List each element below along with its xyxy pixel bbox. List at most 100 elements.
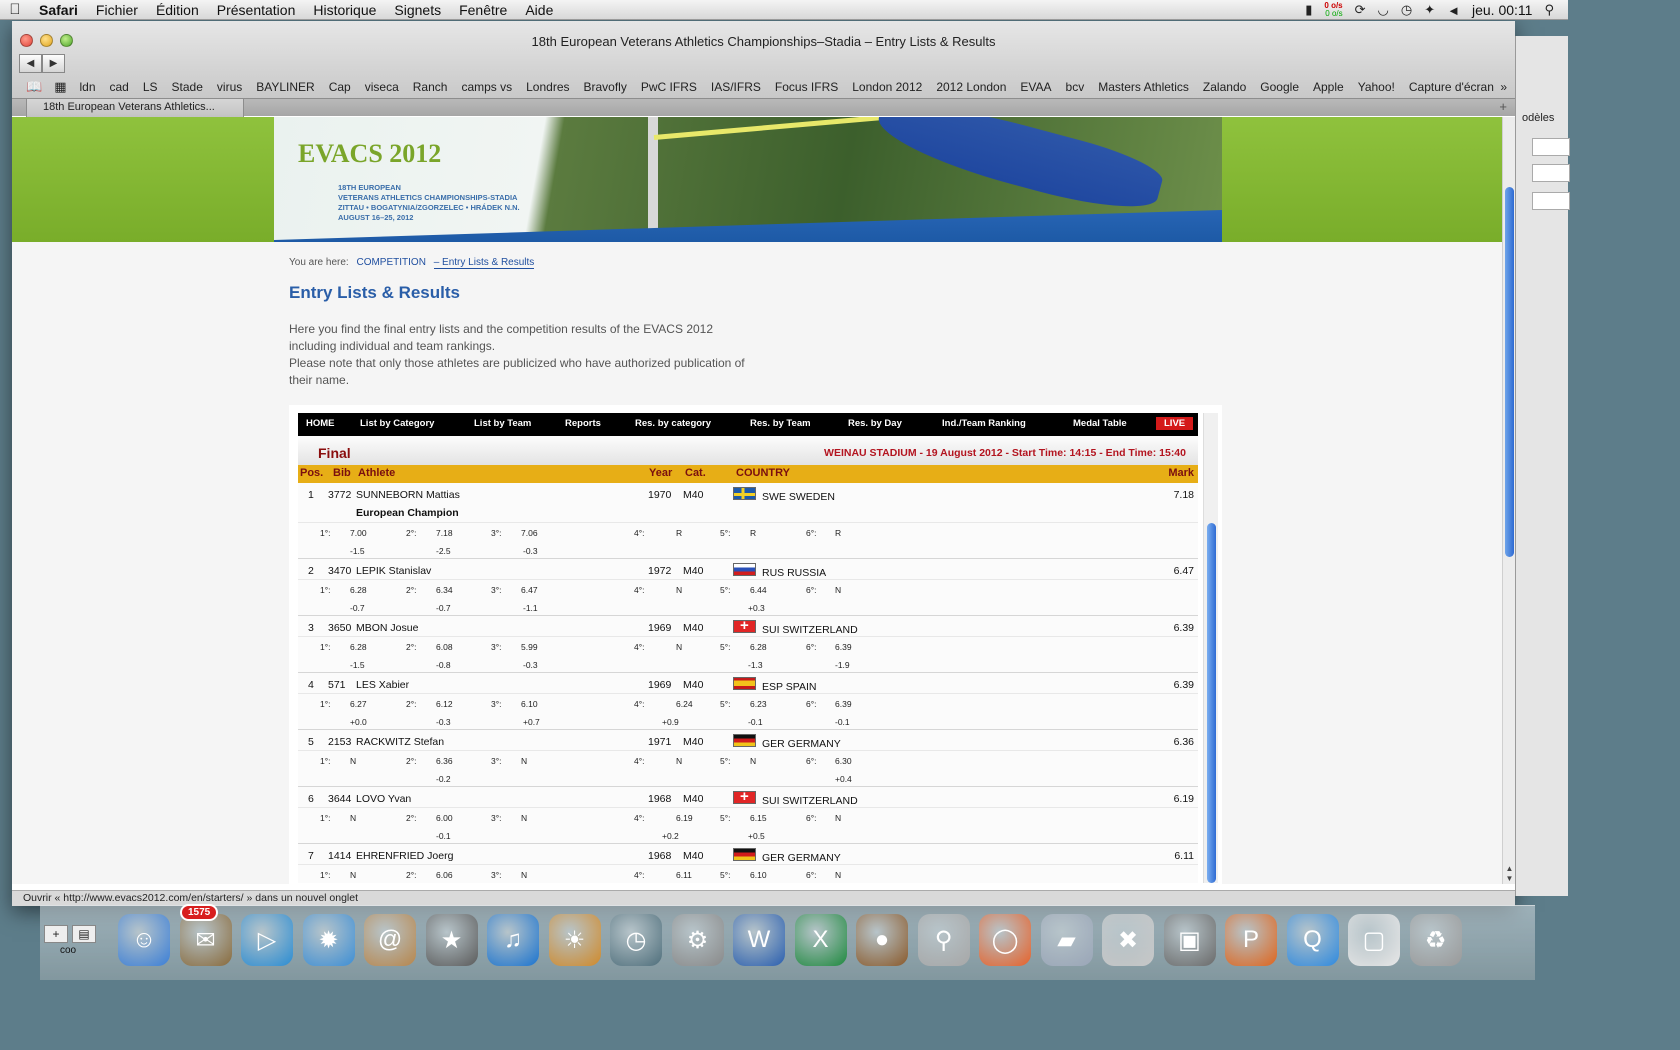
- bookmark[interactable]: BAYLINER: [249, 80, 321, 94]
- menu-fenetre[interactable]: Fenêtre: [450, 2, 516, 18]
- page-scrollbar[interactable]: ▲ ▼: [1502, 117, 1515, 884]
- bookmark[interactable]: 2012 London: [929, 80, 1013, 94]
- apple-menu-icon[interactable]: : [0, 1, 30, 18]
- athlete-name[interactable]: MBON Josue: [356, 622, 418, 634]
- menu-aide[interactable]: Aide: [516, 2, 562, 18]
- excel-icon[interactable]: X: [794, 914, 847, 966]
- cell-country[interactable]: ESP SPAIN: [762, 681, 816, 693]
- bookmark[interactable]: virus: [210, 80, 249, 94]
- bookmark[interactable]: Masters Athletics: [1091, 80, 1196, 94]
- menu-signets[interactable]: Signets: [385, 2, 450, 18]
- bookmark[interactable]: bcv: [1059, 80, 1092, 94]
- back-button[interactable]: ◀: [19, 54, 42, 73]
- nav-list-by-team[interactable]: List by Team: [474, 418, 531, 429]
- nav-live[interactable]: LIVE: [1156, 416, 1194, 430]
- bookmark[interactable]: Zalando: [1196, 80, 1253, 94]
- time-machine-menu-icon[interactable]: ◷: [1401, 2, 1412, 18]
- bluetooth-icon[interactable]: ✦: [1424, 2, 1435, 18]
- trash-icon[interactable]: ♻: [1409, 914, 1462, 966]
- results-scroll-thumb[interactable]: [1207, 523, 1216, 883]
- nav-medal-table[interactable]: Medal Table: [1073, 418, 1127, 429]
- photo-icon[interactable]: ▣: [1163, 914, 1216, 966]
- spotlight-icon[interactable]: ⚲: [1544, 2, 1554, 18]
- new-tab-icon[interactable]: +: [1499, 99, 1507, 114]
- bottle-icon[interactable]: ▰: [1040, 914, 1093, 966]
- athlete-name[interactable]: EHRENFRIED Joerg: [356, 850, 453, 862]
- nav-home[interactable]: HOME: [306, 418, 335, 429]
- athlete-name[interactable]: RACKWITZ Stefan: [356, 736, 444, 748]
- bookmark[interactable]: PwC IFRS: [634, 80, 704, 94]
- tab-evacs[interactable]: 18th European Veterans Athletics...: [26, 99, 244, 117]
- bookmark[interactable]: London 2012: [845, 80, 929, 94]
- clock[interactable]: jeu. 00:11: [1472, 2, 1532, 18]
- quicktime-icon[interactable]: Q: [1286, 914, 1339, 966]
- cell-country[interactable]: RUS RUSSIA: [762, 567, 826, 579]
- evacs-logo[interactable]: EVACS 2012: [298, 139, 441, 169]
- menu-edition[interactable]: Édition: [147, 2, 208, 18]
- nav-res-by-team[interactable]: Res. by Team: [750, 418, 811, 429]
- nav-list-by-category[interactable]: List by Category: [360, 418, 434, 429]
- nav-reports[interactable]: Reports: [565, 418, 601, 429]
- cell-country[interactable]: SUI SWITZERLAND: [762, 795, 858, 807]
- cell-country[interactable]: SUI SWITZERLAND: [762, 624, 858, 636]
- breadcrumb-current-link[interactable]: – Entry Lists & Results: [433, 257, 535, 269]
- wifi-icon[interactable]: ◡: [1378, 2, 1389, 18]
- cell-country[interactable]: SWE SWEDEN: [762, 491, 835, 503]
- volume-icon[interactable]: ◄: [1447, 3, 1460, 18]
- keychain-icon[interactable]: ⚲: [917, 914, 970, 966]
- breadcrumb-competition-link[interactable]: COMPETITION: [356, 257, 425, 268]
- powerpoint-icon[interactable]: P: [1225, 914, 1277, 966]
- nav-ind-team-ranking[interactable]: Ind./Team Ranking: [942, 418, 1026, 429]
- menu-presentation[interactable]: Présentation: [208, 2, 305, 18]
- athlete-name[interactable]: LEPIK Stanislav: [356, 565, 431, 577]
- mail-icon[interactable]: ✉: [179, 914, 232, 966]
- bookmark[interactable]: Focus IFRS: [768, 80, 845, 94]
- menu-app[interactable]: Safari: [30, 2, 87, 18]
- itunes-icon[interactable]: ♫: [487, 914, 539, 966]
- bookmark[interactable]: viseca: [358, 80, 406, 94]
- bookmark[interactable]: LS: [136, 80, 165, 94]
- word-icon[interactable]: W: [733, 914, 785, 966]
- results-scrollbar[interactable]: [1203, 413, 1218, 883]
- bookmark[interactable]: Cap: [322, 80, 358, 94]
- forward-button[interactable]: ▶: [42, 54, 65, 73]
- nav-res-by-category[interactable]: Res. by category: [635, 418, 711, 429]
- spam-icon[interactable]: ✖: [1102, 914, 1154, 966]
- bookmark[interactable]: Google: [1253, 80, 1306, 94]
- bookmarks-overflow-icon[interactable]: »: [1500, 80, 1507, 94]
- time-machine-icon[interactable]: ◷: [610, 914, 662, 966]
- bookmark[interactable]: Yahoo!: [1351, 80, 1402, 94]
- cell-country[interactable]: GER GERMANY: [762, 852, 841, 864]
- facetime-icon[interactable]: ▷: [241, 914, 293, 966]
- top-sites-icon[interactable]: ▦: [48, 79, 72, 95]
- desktop-add-icon[interactable]: +: [44, 925, 68, 943]
- athlete-name[interactable]: SUNNEBORN Mattias: [356, 489, 460, 501]
- athlete-name[interactable]: LOVO Yvan: [356, 793, 411, 805]
- bookmark[interactable]: cad: [103, 80, 136, 94]
- lifebuoy-icon[interactable]: ◯: [979, 914, 1031, 966]
- system-preferences-icon[interactable]: ⚙: [671, 914, 724, 966]
- bookmark[interactable]: camps vs: [454, 80, 519, 94]
- nav-res-by-day[interactable]: Res. by Day: [848, 418, 902, 429]
- bookmark[interactable]: ldn: [72, 80, 102, 94]
- iphoto-icon[interactable]: ☀: [548, 914, 601, 966]
- imovie-icon[interactable]: ★: [425, 914, 478, 966]
- teddy-bear-icon[interactable]: ●: [856, 914, 908, 966]
- bookmark[interactable]: Bravofly: [577, 80, 634, 94]
- bookmark[interactable]: EVAA: [1013, 80, 1058, 94]
- address-book-icon[interactable]: @: [364, 914, 416, 966]
- bookmark[interactable]: IAS/IFRS: [704, 80, 768, 94]
- desktop-menu-icon[interactable]: ▤: [72, 925, 96, 943]
- battery-icon[interactable]: ▮: [1305, 2, 1312, 18]
- athlete-name[interactable]: LES Xabier: [356, 679, 409, 691]
- bookmark[interactable]: Stade: [165, 80, 210, 94]
- bookmark[interactable]: Apple: [1306, 80, 1351, 94]
- sync-icon[interactable]: ⟳: [1355, 2, 1366, 18]
- preview-icon[interactable]: ▢: [1348, 914, 1400, 966]
- menu-historique[interactable]: Historique: [304, 2, 385, 18]
- reading-list-icon[interactable]: 📖: [20, 79, 48, 95]
- bookmark[interactable]: Ranch: [406, 80, 455, 94]
- bookmark[interactable]: Capture d'écran: [1402, 80, 1501, 94]
- page-scroll-thumb[interactable]: [1505, 187, 1514, 557]
- bookmark[interactable]: Londres: [519, 80, 576, 94]
